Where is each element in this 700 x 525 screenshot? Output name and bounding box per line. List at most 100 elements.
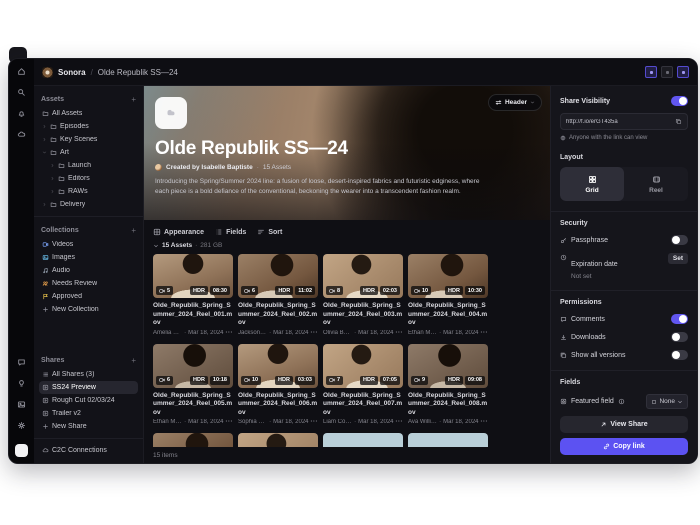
asset-thumbnail[interactable]: 23HDR04:13 [153,433,233,447]
chat-icon[interactable] [17,358,26,367]
assets-summary-row[interactable]: 15 Assets · 281 GB [144,239,550,252]
sidebar-item-new-collection[interactable]: New Collection [39,303,138,316]
downloads-toggle[interactable] [671,332,688,342]
comments-toggle[interactable] [671,314,688,324]
sidebar-item-launch[interactable]: Launch [39,159,138,172]
layout-option-reel[interactable]: Reel [624,167,688,201]
sidebar-item-c2c-connections[interactable]: C2C Connections [39,444,138,457]
passphrase-toggle[interactable] [671,235,688,245]
topbar-button-3[interactable] [677,66,689,78]
asset-date: Mar 18, 2024 [358,329,394,336]
sidebar-item-key-scenes[interactable]: Key Scenes [39,133,138,146]
asset-card-partial-2[interactable] [408,433,488,447]
sidebar-item-images[interactable]: Images [39,251,138,264]
sidebar-item-trailer-v2[interactable]: Trailer v2 [39,407,138,420]
asset-menu-button[interactable]: ··· [311,330,319,336]
asset-thumbnail[interactable]: 9 HDR 09:08 [408,343,488,388]
asset-card-olde-republik-spring-summer-2024-reel-006-mov[interactable]: 10 HDR 03:03 Olde_Republik_Spring_Summer_20… [238,343,319,425]
asset-thumbnail[interactable]: 2HDR07:17 [238,433,318,447]
asset-card-olde-republik-spring-summer-2024-reel-010-mov[interactable]: 2HDR07:17Olde_Republik_Spring_Summer_202… [238,433,318,447]
notifications-icon[interactable] [17,109,26,118]
sort-button[interactable]: Sort [257,228,282,236]
asset-menu-button[interactable]: ··· [481,330,489,336]
topbar-button-1[interactable] [645,66,657,78]
set-expiration-button[interactable]: Set [667,253,688,264]
header-settings-button[interactable]: Header [487,94,542,111]
show-all-versions-toggle[interactable] [671,350,688,360]
asset-card-olde-republik-spring-summer-2024-reel-007-mov[interactable]: 7 HDR 07:05 Olde_Republik_Spring_Summer_202… [323,343,404,425]
asset-card-olde-republik-spring-summer-2024-reel-003-mov[interactable]: 8 HDR 02:03 Olde_Republik_Spring_Summer_202… [323,254,403,336]
asset-thumbnail[interactable]: 8 HDR 02:03 [323,254,403,298]
asset-menu-button[interactable]: ··· [226,419,234,425]
tips-icon[interactable] [17,379,26,388]
app-logo[interactable] [42,66,53,78]
sidebar-item-new-share[interactable]: New Share [39,420,138,433]
sidebar-item-videos[interactable]: Videos [39,238,138,251]
asset-menu-button[interactable]: ··· [396,330,404,336]
body-columns: Assets + All Assets Episodes Key Scenes Art… [34,86,697,463]
home-icon[interactable] [17,67,26,76]
asset-menu-button[interactable]: ··· [226,330,234,336]
sidebar-item-approved[interactable]: Approved [39,290,138,303]
asset-thumbnail[interactable]: 10 HDR 10:30 [408,254,488,298]
asset-card-olde-republik-spring-summer-2024-reel-001-mov[interactable]: 5 HDR 08:30 Olde_Republik_Spring_Summer_202… [153,254,233,336]
asset-card-olde-republik-spring-summer-2024-reel-005-mov[interactable]: 6 HDR 10:18 Olde_Republik_Spring_Summer_202… [153,343,234,425]
layout-option-grid[interactable]: Grid [560,167,624,201]
featured-field-dropdown[interactable]: None [646,394,688,409]
sidebar-item-all-assets[interactable]: All Assets [39,107,138,120]
user-avatar[interactable] [15,444,28,457]
sidebar-item-art[interactable]: Art [39,146,138,159]
asset-menu-button[interactable]: ··· [481,419,489,425]
asset-card-olde-republik-spring-summer-2024-reel-008-mov[interactable]: 9 HDR 09:08 Olde_Republik_Spring_Summer_202… [408,343,489,425]
asset-menu-button[interactable]: ··· [396,419,404,425]
asset-thumbnail[interactable]: 6 HDR 10:18 [153,343,233,388]
cloud-icon[interactable] [17,130,26,139]
topbar-button-2[interactable] [661,66,673,78]
sidebar-item-audio[interactable]: Audio [39,264,138,277]
add-collection-button[interactable]: + [131,226,136,235]
settings-icon[interactable] [17,421,26,430]
sidebar-item-editors[interactable]: Editors [39,172,138,185]
item-label: Art [60,149,69,156]
summary-separator: · [195,242,198,249]
panel-spacer [560,409,688,416]
share-visibility-toggle[interactable] [671,96,688,106]
view-share-button[interactable]: View Share [560,416,688,433]
asset-card-olde-republik-spring-summer-2024-reel-009-mov[interactable]: 23HDR04:13Olde_Republik_Spring_Summer_20… [153,433,233,447]
sidebar-item-episodes[interactable]: Episodes [39,120,138,133]
add-asset-button[interactable]: + [131,95,136,104]
versions-icon [560,352,567,359]
media-icon[interactable] [17,400,26,409]
share-url-field[interactable]: http://f.io/erGT435a [560,113,688,130]
asset-thumbnail[interactable]: 5 HDR 08:30 [153,254,233,298]
sidebar-item-ss24-preview[interactable]: SS24 Preview [39,381,138,394]
asset-thumbnail[interactable] [408,433,488,447]
asset-thumbnail[interactable] [323,433,403,447]
view-share-label: View Share [610,421,648,428]
asset-menu-button[interactable]: ··· [311,419,319,425]
appearance-button[interactable]: Appearance [153,228,204,236]
share-logo[interactable] [155,97,187,129]
sidebar-item-rough-cut-02-03-24[interactable]: Rough Cut 02/03/24 [39,394,138,407]
sidebar-item-raws[interactable]: RAWs [39,185,138,198]
sidebar-item-delivery[interactable]: Delivery [39,198,138,211]
shares-section-header: Shares + [41,356,136,365]
copy-link-button[interactable]: Copy link [560,438,688,455]
logo-placeholder-icon [164,106,178,120]
sidebar-item-needs-review[interactable]: Needs Review [39,277,138,290]
copy-url-icon[interactable] [675,118,682,125]
layout-segmented-control: Grid Reel [560,167,688,201]
asset-card-olde-republik-spring-summer-2024-reel-004-mov[interactable]: 10 HDR 10:30 Olde_Republik_Spring_Summer_20… [408,254,488,336]
asset-thumbnail[interactable]: 6 HDR 11:02 [238,254,318,298]
asset-card-partial-1[interactable] [323,433,403,447]
fields-button[interactable]: Fields [215,228,246,236]
asset-card-olde-republik-spring-summer-2024-reel-002-mov[interactable]: 6 HDR 11:02 Olde_Republik_Spring_Summer_202… [238,254,318,336]
sidebar-item-all-shares-3[interactable]: All Shares (3) [39,368,138,381]
folder-icon [42,110,49,117]
grid-icon [588,175,597,184]
add-share-button[interactable]: + [131,356,136,365]
asset-thumbnail[interactable]: 10 HDR 03:03 [238,343,318,388]
screenshot-stage: Sonora / Olde Republik SS—24 Assets + Al… [0,0,700,525]
asset-thumbnail[interactable]: 7 HDR 07:05 [323,343,403,388]
search-icon[interactable] [17,88,26,97]
